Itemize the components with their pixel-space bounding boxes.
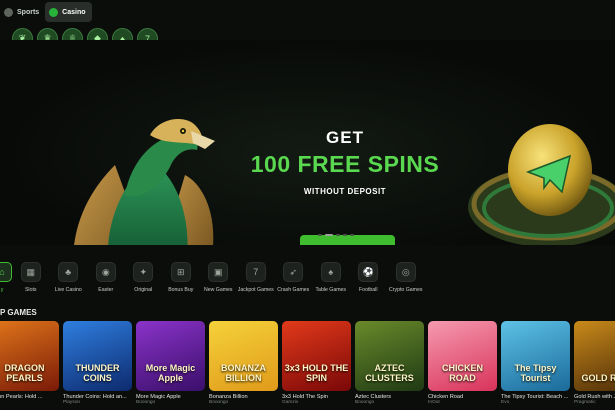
crypto-icon: ◎ xyxy=(395,262,416,282)
game-logo: The Tipsy Tourist xyxy=(514,363,557,383)
category-label: Crypto Games xyxy=(389,287,423,293)
category-easter[interactable]: ◉ Easter xyxy=(87,262,125,302)
slot-machine-icon: ▦ xyxy=(20,262,41,282)
game-provider: Gamzix xyxy=(282,400,299,405)
game-provider: Booongo xyxy=(209,400,229,405)
game-name: ragon Pearls: Hold ... xyxy=(0,394,43,400)
game-logo: DRAGON PEARLS xyxy=(4,363,45,383)
cards-icon: ♠ xyxy=(320,262,341,282)
category-table-games[interactable]: ♠ Table Games xyxy=(312,262,350,302)
category-label: Live Casino xyxy=(54,287,82,293)
hero-banner[interactable]: GET 100 FREE SPINS WITHOUT DEPOSIT SIGN … xyxy=(0,40,615,245)
category-label: Table Games xyxy=(315,287,347,293)
category-crypto-games[interactable]: ◎ Crypto Games xyxy=(387,262,425,302)
category-lobby[interactable]: ⌂ y xyxy=(0,262,12,302)
category-jackpot-games[interactable]: 7 Jackpot Games xyxy=(237,262,275,302)
game-logo: GOLD RUSH xyxy=(581,372,615,383)
category-live-casino[interactable]: ♣ Live Casino xyxy=(50,262,88,302)
category-crash-games[interactable]: ➶ Crash Games xyxy=(275,262,313,302)
new-icon: ▣ xyxy=(208,262,229,282)
casino-icon xyxy=(49,7,59,17)
game-thumbnail[interactable]: The Tipsy Tourist xyxy=(501,321,570,391)
tab-sports-label: Sports xyxy=(17,8,40,16)
carousel-dot[interactable] xyxy=(343,234,347,236)
category-label: New Games xyxy=(203,287,233,293)
game-provider: InOut xyxy=(428,400,440,405)
category-label: Jackpot Games xyxy=(237,287,274,293)
game-logo: 3x3 HOLD THE SPIN xyxy=(284,363,349,383)
gift-icon: ⊞ xyxy=(170,262,191,282)
original-icon: ✦ xyxy=(133,262,154,282)
category-original[interactable]: ✦ Original xyxy=(125,262,163,302)
football-icon: ⚽ xyxy=(358,262,379,282)
casino-page: Sports Casino ❦ ♛ ♕ ◆ ♠ 7 GET 100 FREE S… xyxy=(0,0,615,410)
game-logo: CHICKEN ROAD xyxy=(441,363,483,383)
game-logo: AZTEC CLUSTERS xyxy=(365,363,414,383)
category-new-games[interactable]: ▣ New Games xyxy=(200,262,238,302)
game-card[interactable]: More Magic Apple More Magic Apple Booongo xyxy=(136,321,205,405)
game-thumbnail[interactable]: THUNDER COINS xyxy=(63,321,132,391)
game-thumbnail[interactable]: DRAGON PEARLS xyxy=(0,321,59,391)
game-thumbnail[interactable]: 3x3 HOLD THE SPIN xyxy=(282,321,351,391)
game-logo: THUNDER COINS xyxy=(75,363,120,383)
top-tabs: Sports Casino xyxy=(0,2,92,22)
game-card[interactable]: 3x3 HOLD THE SPIN 3x3 Hold The Spin Gamzix xyxy=(282,321,351,405)
game-thumbnail[interactable]: More Magic Apple xyxy=(136,321,205,391)
game-thumbnail[interactable]: AZTEC CLUSTERS xyxy=(355,321,424,391)
tab-casino[interactable]: Casino xyxy=(45,2,92,22)
category-bar: ⌂ y ▦ Slots ♣ Live Casino ◉ Easter ✦ Original ⊞ Bon… xyxy=(0,262,607,302)
category-label: Easter xyxy=(98,287,114,293)
game-card[interactable]: BONANZA BILLION Bonanza Billion Booongo xyxy=(209,321,278,405)
top-games-row: DRAGON PEARLS ragon Pearls: Hold ... THUND… xyxy=(0,321,615,405)
game-provider: Booongo xyxy=(355,400,375,405)
carousel-dots xyxy=(318,234,354,236)
category-label: Original xyxy=(134,287,153,293)
category-label: y xyxy=(0,287,4,293)
carousel-dot[interactable] xyxy=(336,234,340,236)
game-thumbnail[interactable]: CHICKEN ROAD xyxy=(428,321,497,391)
game-card[interactable]: The Tipsy Tourist The Tipsy Tourist: Beac… xyxy=(501,321,570,405)
carousel-dot-active[interactable] xyxy=(325,234,333,236)
category-bonus-buy[interactable]: ⊞ Bonus Buy xyxy=(162,262,200,302)
category-label: Football xyxy=(359,287,378,293)
tab-sports[interactable]: Sports xyxy=(0,2,45,22)
egg-icon: ◉ xyxy=(95,262,116,282)
game-provider: Evo xyxy=(501,400,510,405)
home-icon: ⌂ xyxy=(0,262,12,282)
category-label: Bonus Buy xyxy=(168,287,194,293)
sign-up-button[interactable]: SIGN UP xyxy=(300,235,395,245)
game-provider: Playson xyxy=(63,400,81,405)
game-card[interactable]: DRAGON PEARLS ragon Pearls: Hold ... xyxy=(0,321,59,405)
golden-egg-nest-illustration xyxy=(468,124,615,245)
game-logo: More Magic Apple xyxy=(145,363,196,383)
game-provider: Pragmatic xyxy=(574,400,596,405)
game-card[interactable]: GOLD RUSHGold Rush with J...Pragmatic xyxy=(574,321,615,405)
jackpot-icon: 7 xyxy=(245,262,266,282)
game-thumbnail[interactable]: BONANZA BILLION xyxy=(209,321,278,391)
carousel-dot[interactable] xyxy=(318,234,322,236)
category-label: Crash Games xyxy=(277,287,310,293)
game-card[interactable]: CHICKEN ROAD Chicken Road InOut xyxy=(428,321,497,405)
dealer-icon: ♣ xyxy=(58,262,79,282)
category-slots[interactable]: ▦ Slots xyxy=(12,262,50,302)
game-name: The Tipsy Tourist: Beach ... xyxy=(501,394,569,400)
section-title-top-games: P GAMES xyxy=(0,308,37,317)
game-card[interactable]: AZTEC CLUSTERS Aztec Clusters Booongo xyxy=(355,321,424,405)
rocket-icon: ➶ xyxy=(283,262,304,282)
carousel-dot[interactable] xyxy=(350,234,354,236)
category-football[interactable]: ⚽ Football xyxy=(350,262,388,302)
sports-icon xyxy=(4,7,13,17)
tab-casino-label: Casino xyxy=(62,8,86,16)
game-card[interactable]: THUNDER COINS Thunder Coins: Hold an... Pl… xyxy=(63,321,132,405)
game-provider: Booongo xyxy=(136,400,156,405)
game-logo: BONANZA BILLION xyxy=(221,363,266,383)
game-thumbnail[interactable]: GOLD RUSH xyxy=(574,321,615,391)
category-label: Slots xyxy=(24,287,37,293)
